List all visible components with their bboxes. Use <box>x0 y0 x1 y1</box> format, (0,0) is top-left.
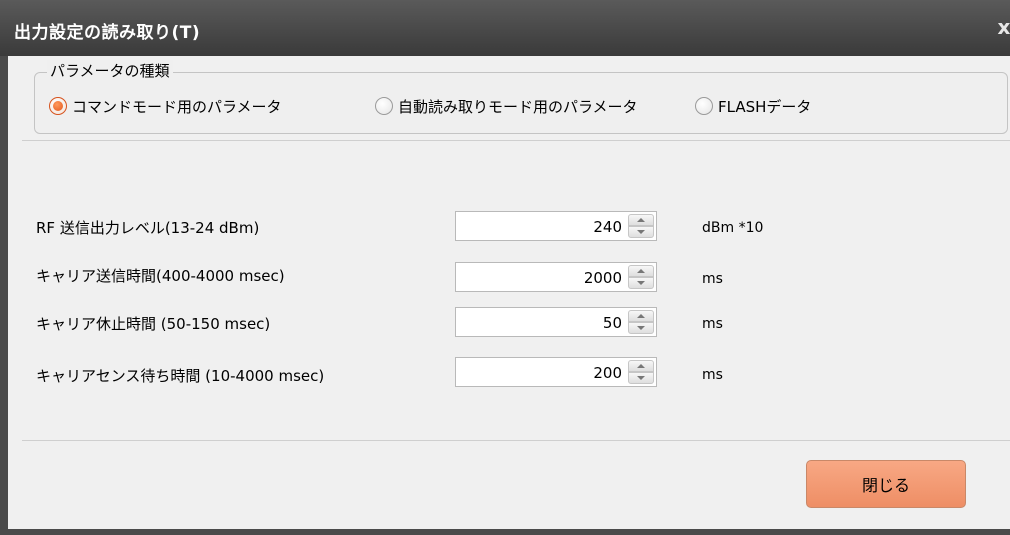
radio-command-mode-label: コマンドモード用のパラメータ <box>72 97 282 116</box>
increment-arrow-icon[interactable] <box>628 214 654 226</box>
increment-arrow-icon[interactable] <box>628 360 654 372</box>
bottom-divider <box>22 440 1010 441</box>
rf-power-unit: dBm *10 <box>702 220 764 236</box>
carrier-send-time-label: キャリア送信時間(400-4000 msec) <box>36 267 285 285</box>
stepper-arrows <box>628 265 654 289</box>
decrement-arrow-icon[interactable] <box>628 277 654 289</box>
decrement-arrow-icon[interactable] <box>628 372 654 384</box>
radio-command-mode[interactable]: コマンドモード用のパラメータ <box>49 94 282 118</box>
stepper-arrows <box>628 310 654 334</box>
title-bar[interactable]: 出力設定の読み取り(T) x <box>0 0 1010 56</box>
radio-checked-icon[interactable] <box>49 97 67 115</box>
radio-flash-data[interactable]: FLASHデータ <box>695 94 811 118</box>
stepper-arrows <box>628 214 654 238</box>
stepper-arrows <box>628 360 654 384</box>
rf-power-value[interactable]: 240 <box>593 218 622 236</box>
window-bottom-border <box>0 529 1010 535</box>
radio-unchecked-icon[interactable] <box>695 97 713 115</box>
rf-power-stepper[interactable]: 240 <box>455 211 657 241</box>
carrier-send-time-unit: ms <box>702 271 723 287</box>
carrier-send-time-value[interactable]: 2000 <box>584 269 622 287</box>
carrier-sense-wait-unit: ms <box>702 367 723 383</box>
close-icon[interactable]: x <box>992 14 1010 40</box>
carrier-sense-wait-value[interactable]: 200 <box>593 364 622 382</box>
window-title: 出力設定の読み取り(T) <box>14 23 201 43</box>
parameter-type-legend: パラメータの種類 <box>47 60 173 81</box>
radio-flash-data-label: FLASHデータ <box>718 97 812 116</box>
rf-power-label: RF 送信出力レベル(13-24 dBm) <box>36 219 260 237</box>
carrier-pause-time-stepper[interactable]: 50 <box>455 307 657 337</box>
carrier-pause-time-label: キャリア休止時間 (50-150 msec) <box>36 315 271 333</box>
decrement-arrow-icon[interactable] <box>628 322 654 334</box>
radio-unchecked-icon[interactable] <box>375 97 393 115</box>
radio-auto-read-mode[interactable]: 自動読み取りモード用のパラメータ <box>375 94 638 118</box>
carrier-sense-wait-label: キャリアセンス待ち時間 (10-4000 msec) <box>36 367 325 385</box>
carrier-pause-time-value[interactable]: 50 <box>603 314 622 332</box>
dialog-window: 出力設定の読み取り(T) x パラメータの種類 コマンドモード用のパラメータ 自… <box>0 0 1010 535</box>
top-divider <box>22 140 1010 141</box>
carrier-send-time-stepper[interactable]: 2000 <box>455 262 657 292</box>
carrier-sense-wait-stepper[interactable]: 200 <box>455 357 657 387</box>
parameter-type-group: パラメータの種類 コマンドモード用のパラメータ 自動読み取りモード用のパラメータ… <box>34 60 1008 134</box>
decrement-arrow-icon[interactable] <box>628 226 654 238</box>
close-dialog-button[interactable]: 閉じる <box>806 460 966 508</box>
increment-arrow-icon[interactable] <box>628 310 654 322</box>
radio-auto-read-mode-label: 自動読み取りモード用のパラメータ <box>398 97 638 116</box>
carrier-pause-time-unit: ms <box>702 316 723 332</box>
increment-arrow-icon[interactable] <box>628 265 654 277</box>
